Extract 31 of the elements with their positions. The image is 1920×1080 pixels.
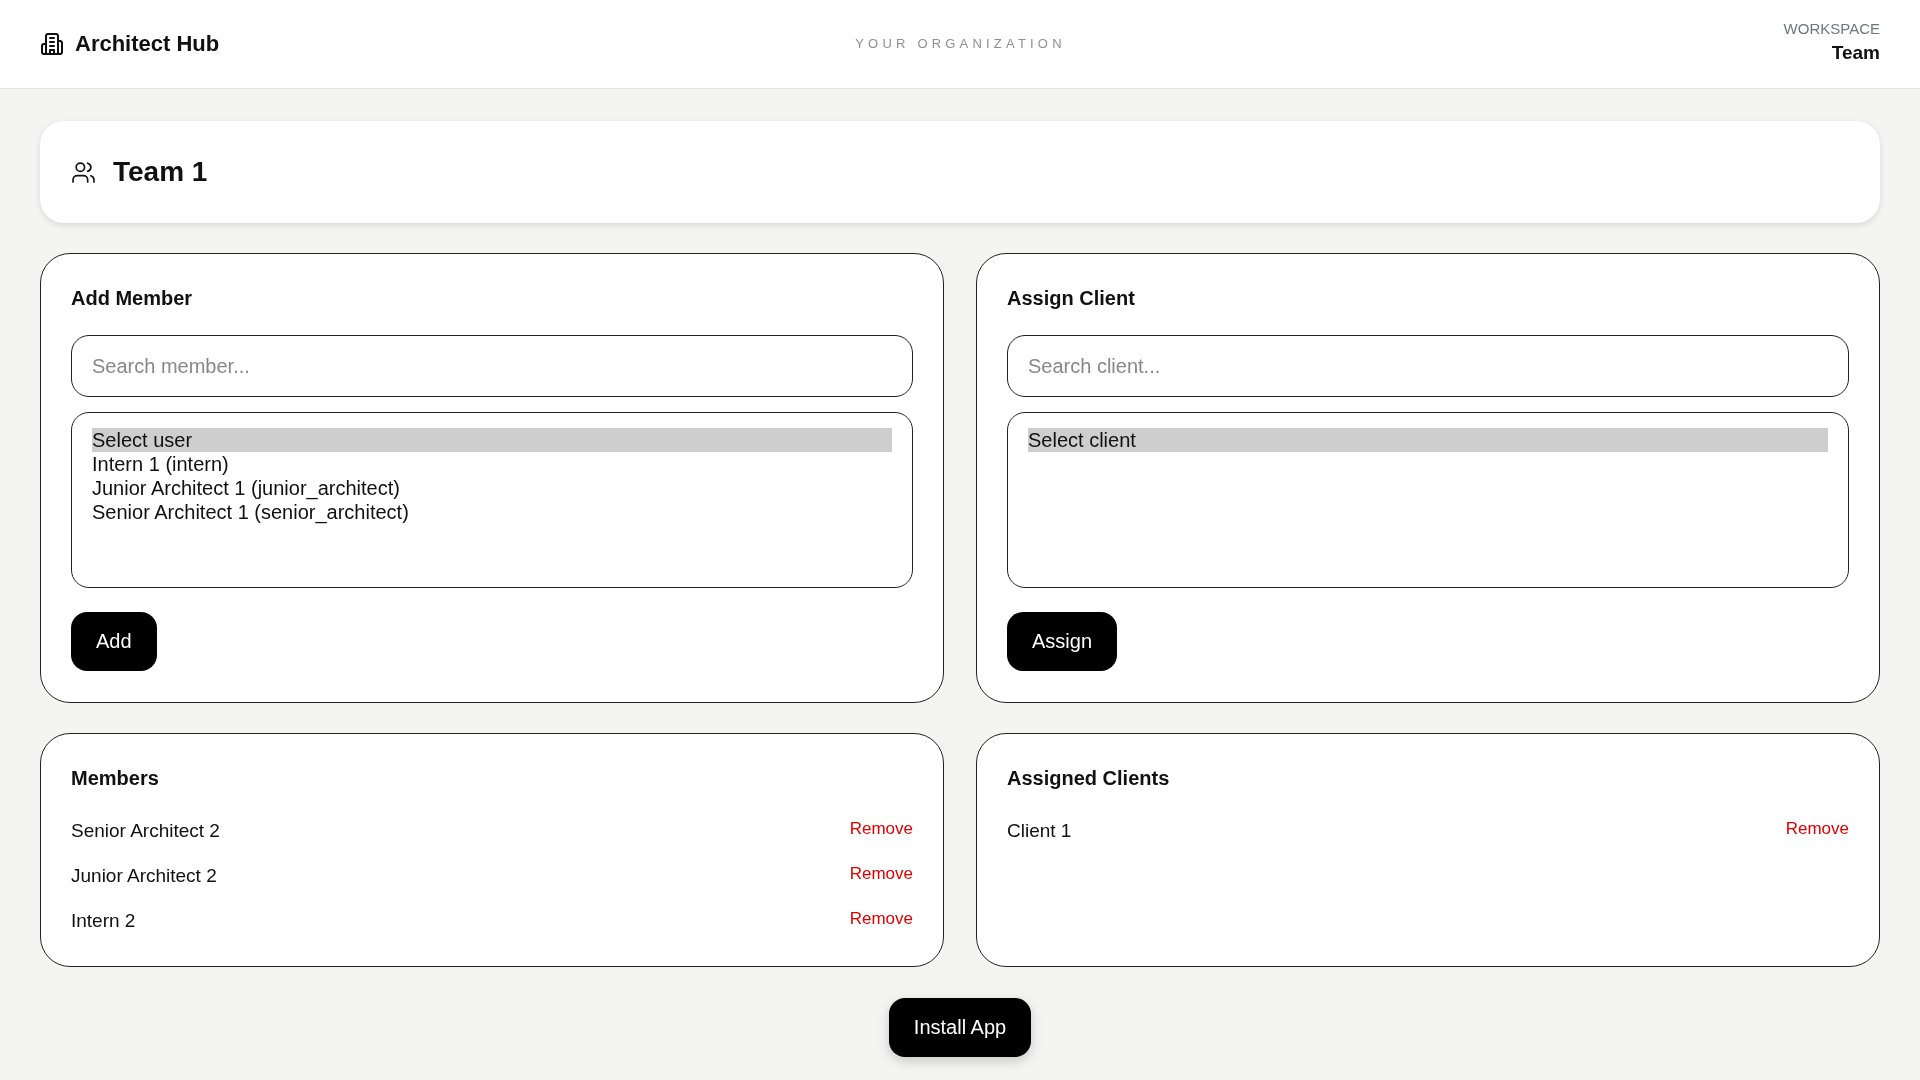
remove-link[interactable]: Remove <box>1785 818 1849 840</box>
item-name: Client 1 <box>1007 818 1072 843</box>
item-name: Junior Architect 2 <box>71 863 217 888</box>
list-option[interactable]: Junior Architect 1 (junior_architect) <box>92 476 892 500</box>
remove-link[interactable]: Remove <box>849 863 913 885</box>
search-field[interactable]: Search member... <box>71 335 913 397</box>
list-option[interactable]: Select client <box>1028 428 1828 452</box>
select-list[interactable]: Select user Intern 1 (intern) Junior Architect 1 (junior_architect) Senior Architect 1 (senior_architect) <box>71 412 913 588</box>
list-option[interactable]: Intern 1 (intern) <box>92 452 892 476</box>
users-icon <box>72 161 95 183</box>
brand-name: Architect Hub <box>75 30 220 58</box>
install-button[interactable]: Install App <box>888 998 1032 1057</box>
organization-label: YOUR ORGANIZATION <box>855 36 1066 52</box>
remove-link[interactable]: Remove <box>849 818 913 840</box>
workspace-name: Team <box>1831 41 1880 65</box>
search-field[interactable]: Search client... <box>1007 335 1849 397</box>
list-option[interactable]: Senior Architect 1 (senior_architect) <box>92 500 892 524</box>
list-option[interactable]: Select user <box>92 428 892 452</box>
select-list[interactable]: Select client <box>1007 412 1849 588</box>
item-name: Senior Architect 2 <box>71 818 220 843</box>
workspace-label: WORKSPACE <box>1783 19 1880 38</box>
submit-button[interactable]: Add <box>71 612 157 671</box>
card-title: Assign Client <box>1007 286 1135 310</box>
card-title: Assigned Clients <box>1007 766 1170 790</box>
card-title: Add Member <box>71 286 193 310</box>
card-title: Members <box>71 766 159 790</box>
item-name: Intern 2 <box>71 908 136 933</box>
submit-button[interactable]: Assign <box>1007 612 1118 671</box>
remove-link[interactable]: Remove <box>849 908 913 930</box>
team-title: Team 1 <box>113 155 208 189</box>
building-icon <box>41 33 63 55</box>
